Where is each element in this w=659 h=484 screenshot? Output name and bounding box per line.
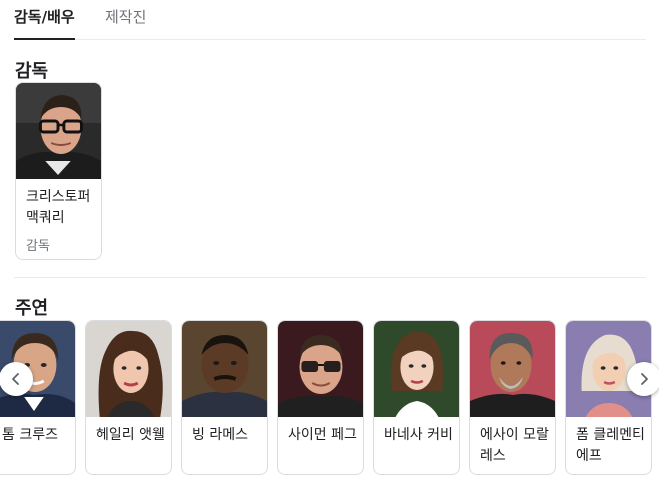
cast-card[interactable]: 톰 크루즈 [0,320,76,475]
cast-name: 폼 클레멘티에프 [576,427,645,464]
carousel-prev-button[interactable] [0,362,33,396]
tab-bar: 감독/배우 제작진 [14,0,646,40]
tab-production-staff[interactable]: 제작진 [105,8,146,40]
cast-name: 에사이 모랄레스 [480,427,549,464]
cast-name: 사이먼 페그 [288,427,357,443]
director-photo [16,83,101,179]
cast-name: 헤일리 앳웰 [96,427,165,443]
tab-cast-and-crew[interactable]: 감독/배우 [14,8,75,40]
cast-name: 톰 크루즈 [2,427,58,443]
chevron-left-icon [12,373,19,385]
cast-name: 바네사 커비 [384,427,453,443]
cast-photo [86,321,171,417]
cast-card[interactable]: 사이먼 페그 [277,320,364,475]
director-name: 크리스토퍼 맥쿼리 [26,189,91,226]
cast-section-title: 주연 [15,298,49,319]
cast-name: 빙 라메스 [192,427,248,443]
cast-photo [374,321,459,417]
director-role: 감독 [26,239,50,254]
cast-card[interactable]: 에사이 모랄레스 [469,320,556,475]
carousel-next-button[interactable] [627,362,659,396]
cast-card[interactable]: 바네사 커비 [373,320,460,475]
cast-photo [278,321,363,417]
director-card[interactable]: 크리스토퍼 맥쿼리 감독 [15,82,102,260]
chevron-right-icon [641,373,648,385]
cast-card[interactable]: 폼 클레멘티에프 [565,320,652,475]
section-divider [14,277,646,278]
director-section-title: 감독 [15,61,49,82]
cast-card[interactable]: 헤일리 앳웰 [85,320,172,475]
cast-photo [470,321,555,417]
cast-card[interactable]: 빙 라메스 [181,320,268,475]
cast-photo [182,321,267,417]
